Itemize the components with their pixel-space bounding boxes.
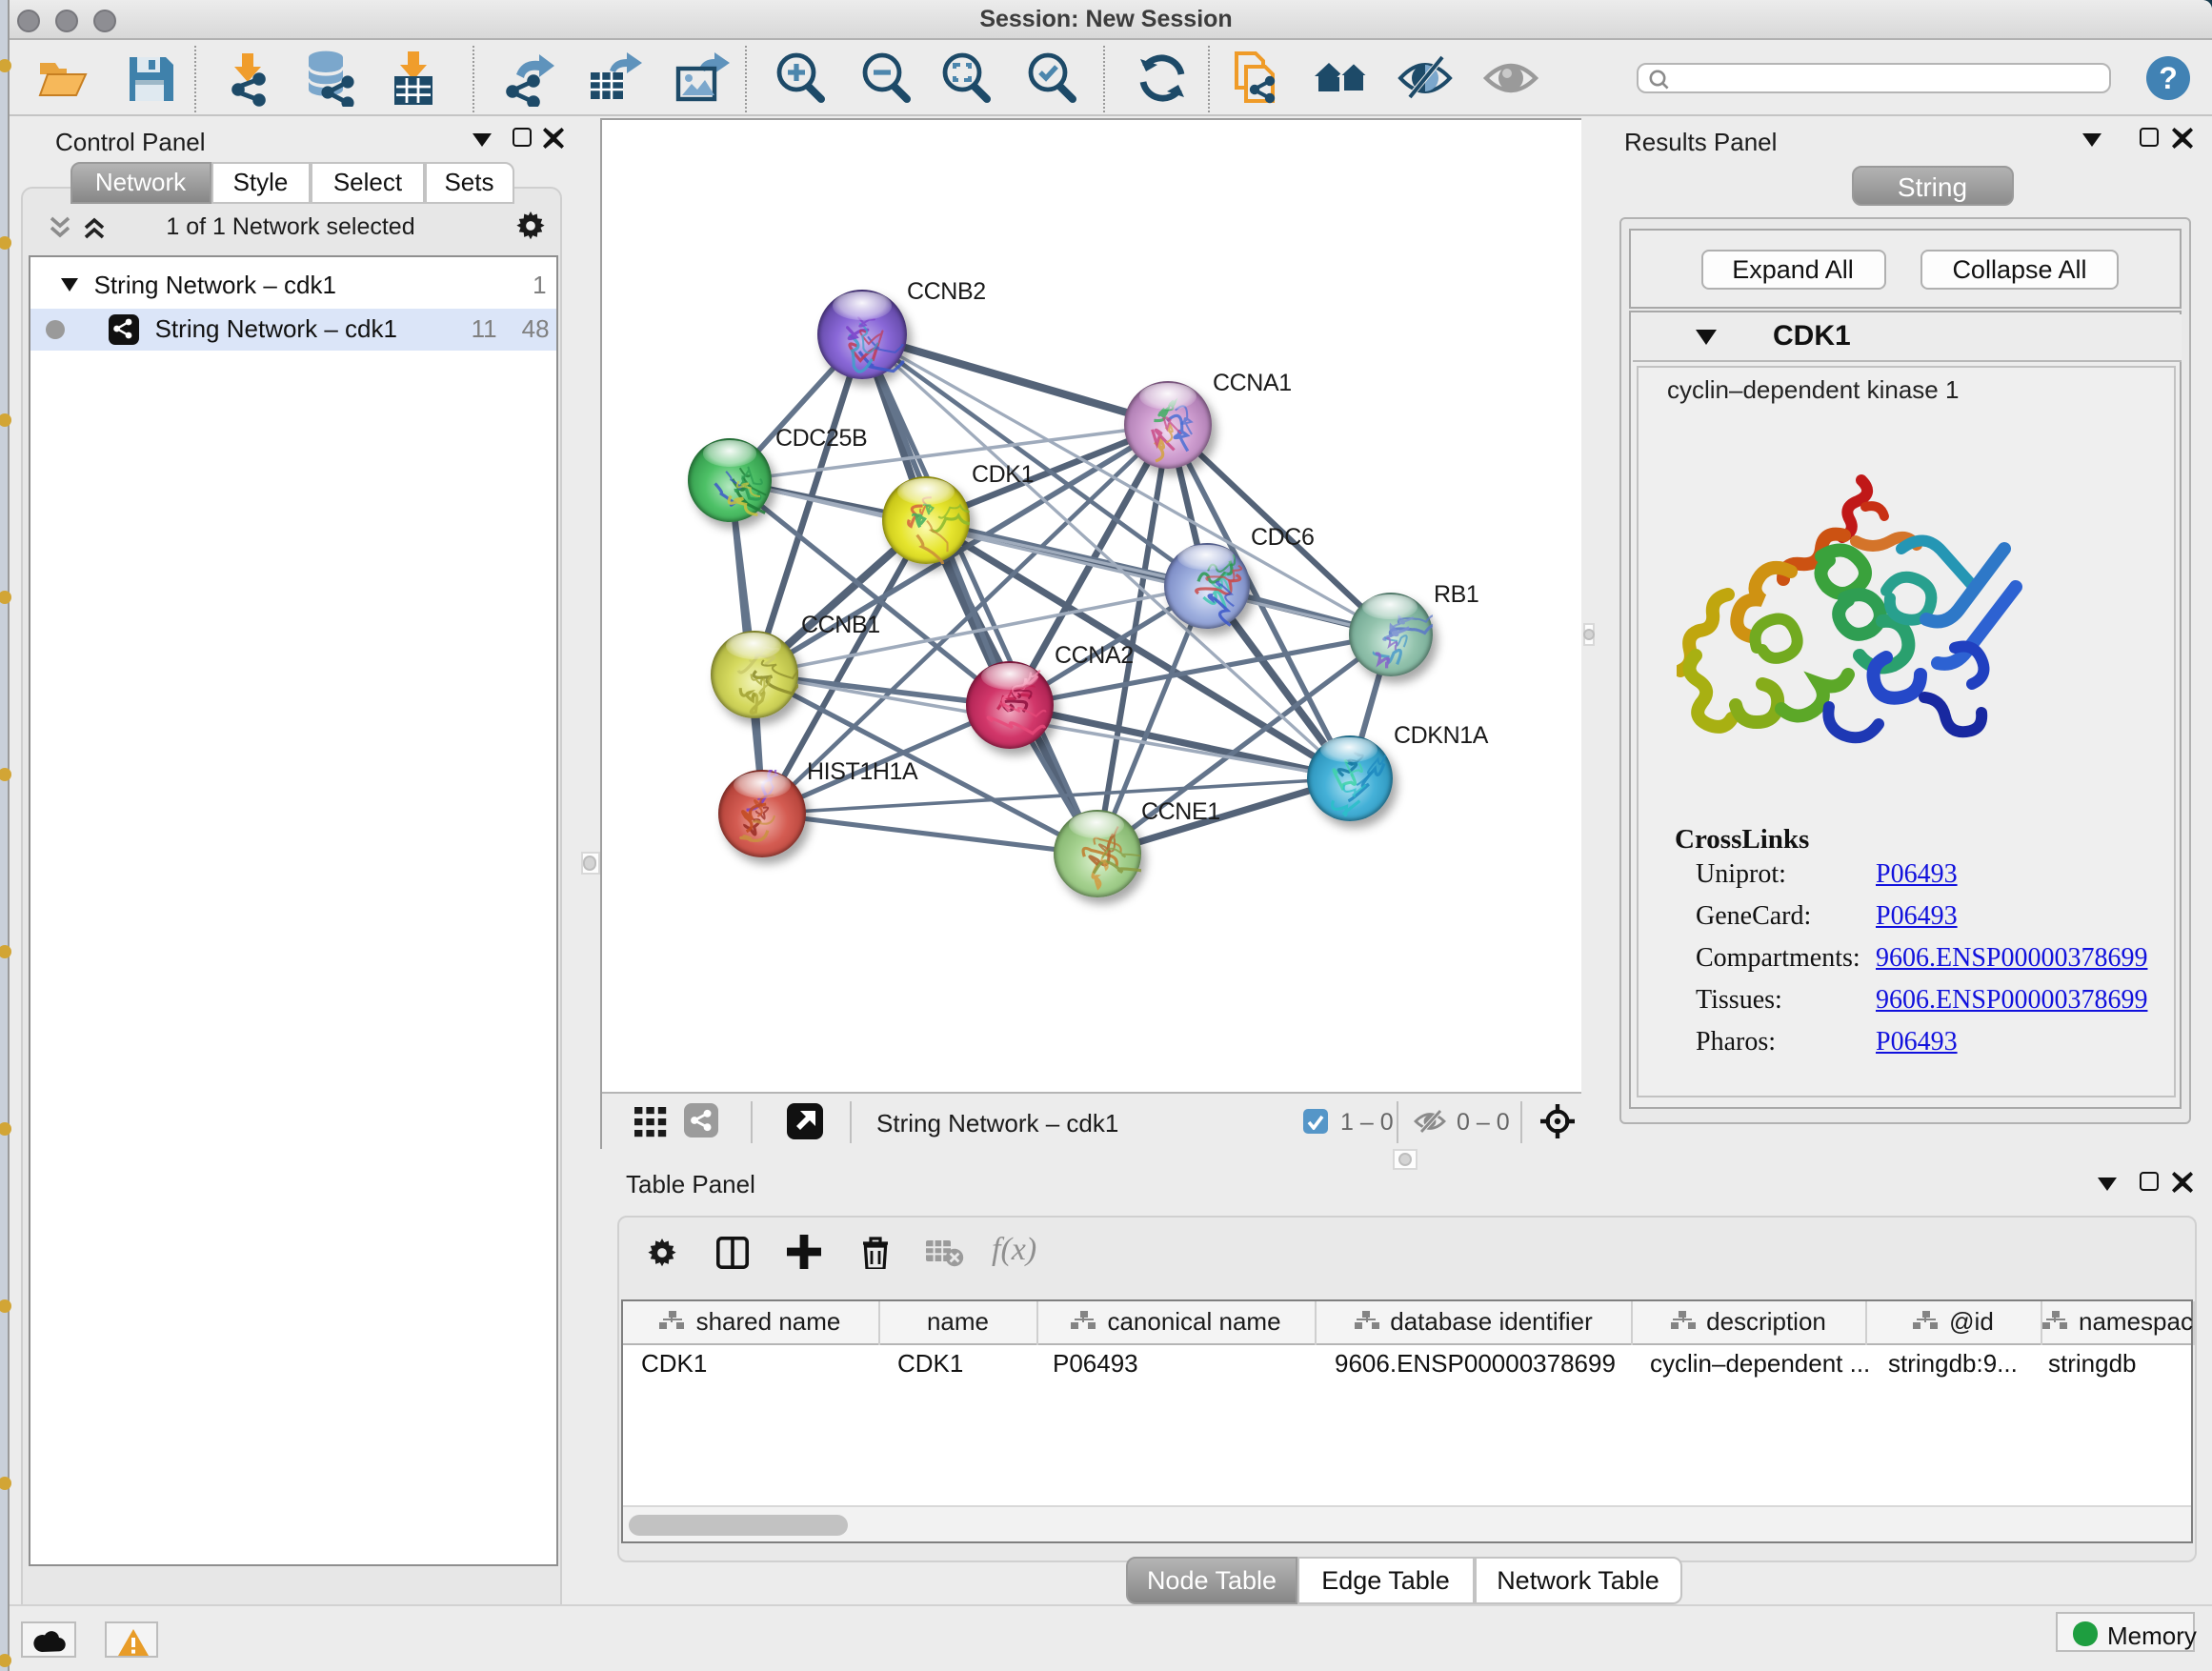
svg-text:?: ? (2159, 61, 2178, 95)
